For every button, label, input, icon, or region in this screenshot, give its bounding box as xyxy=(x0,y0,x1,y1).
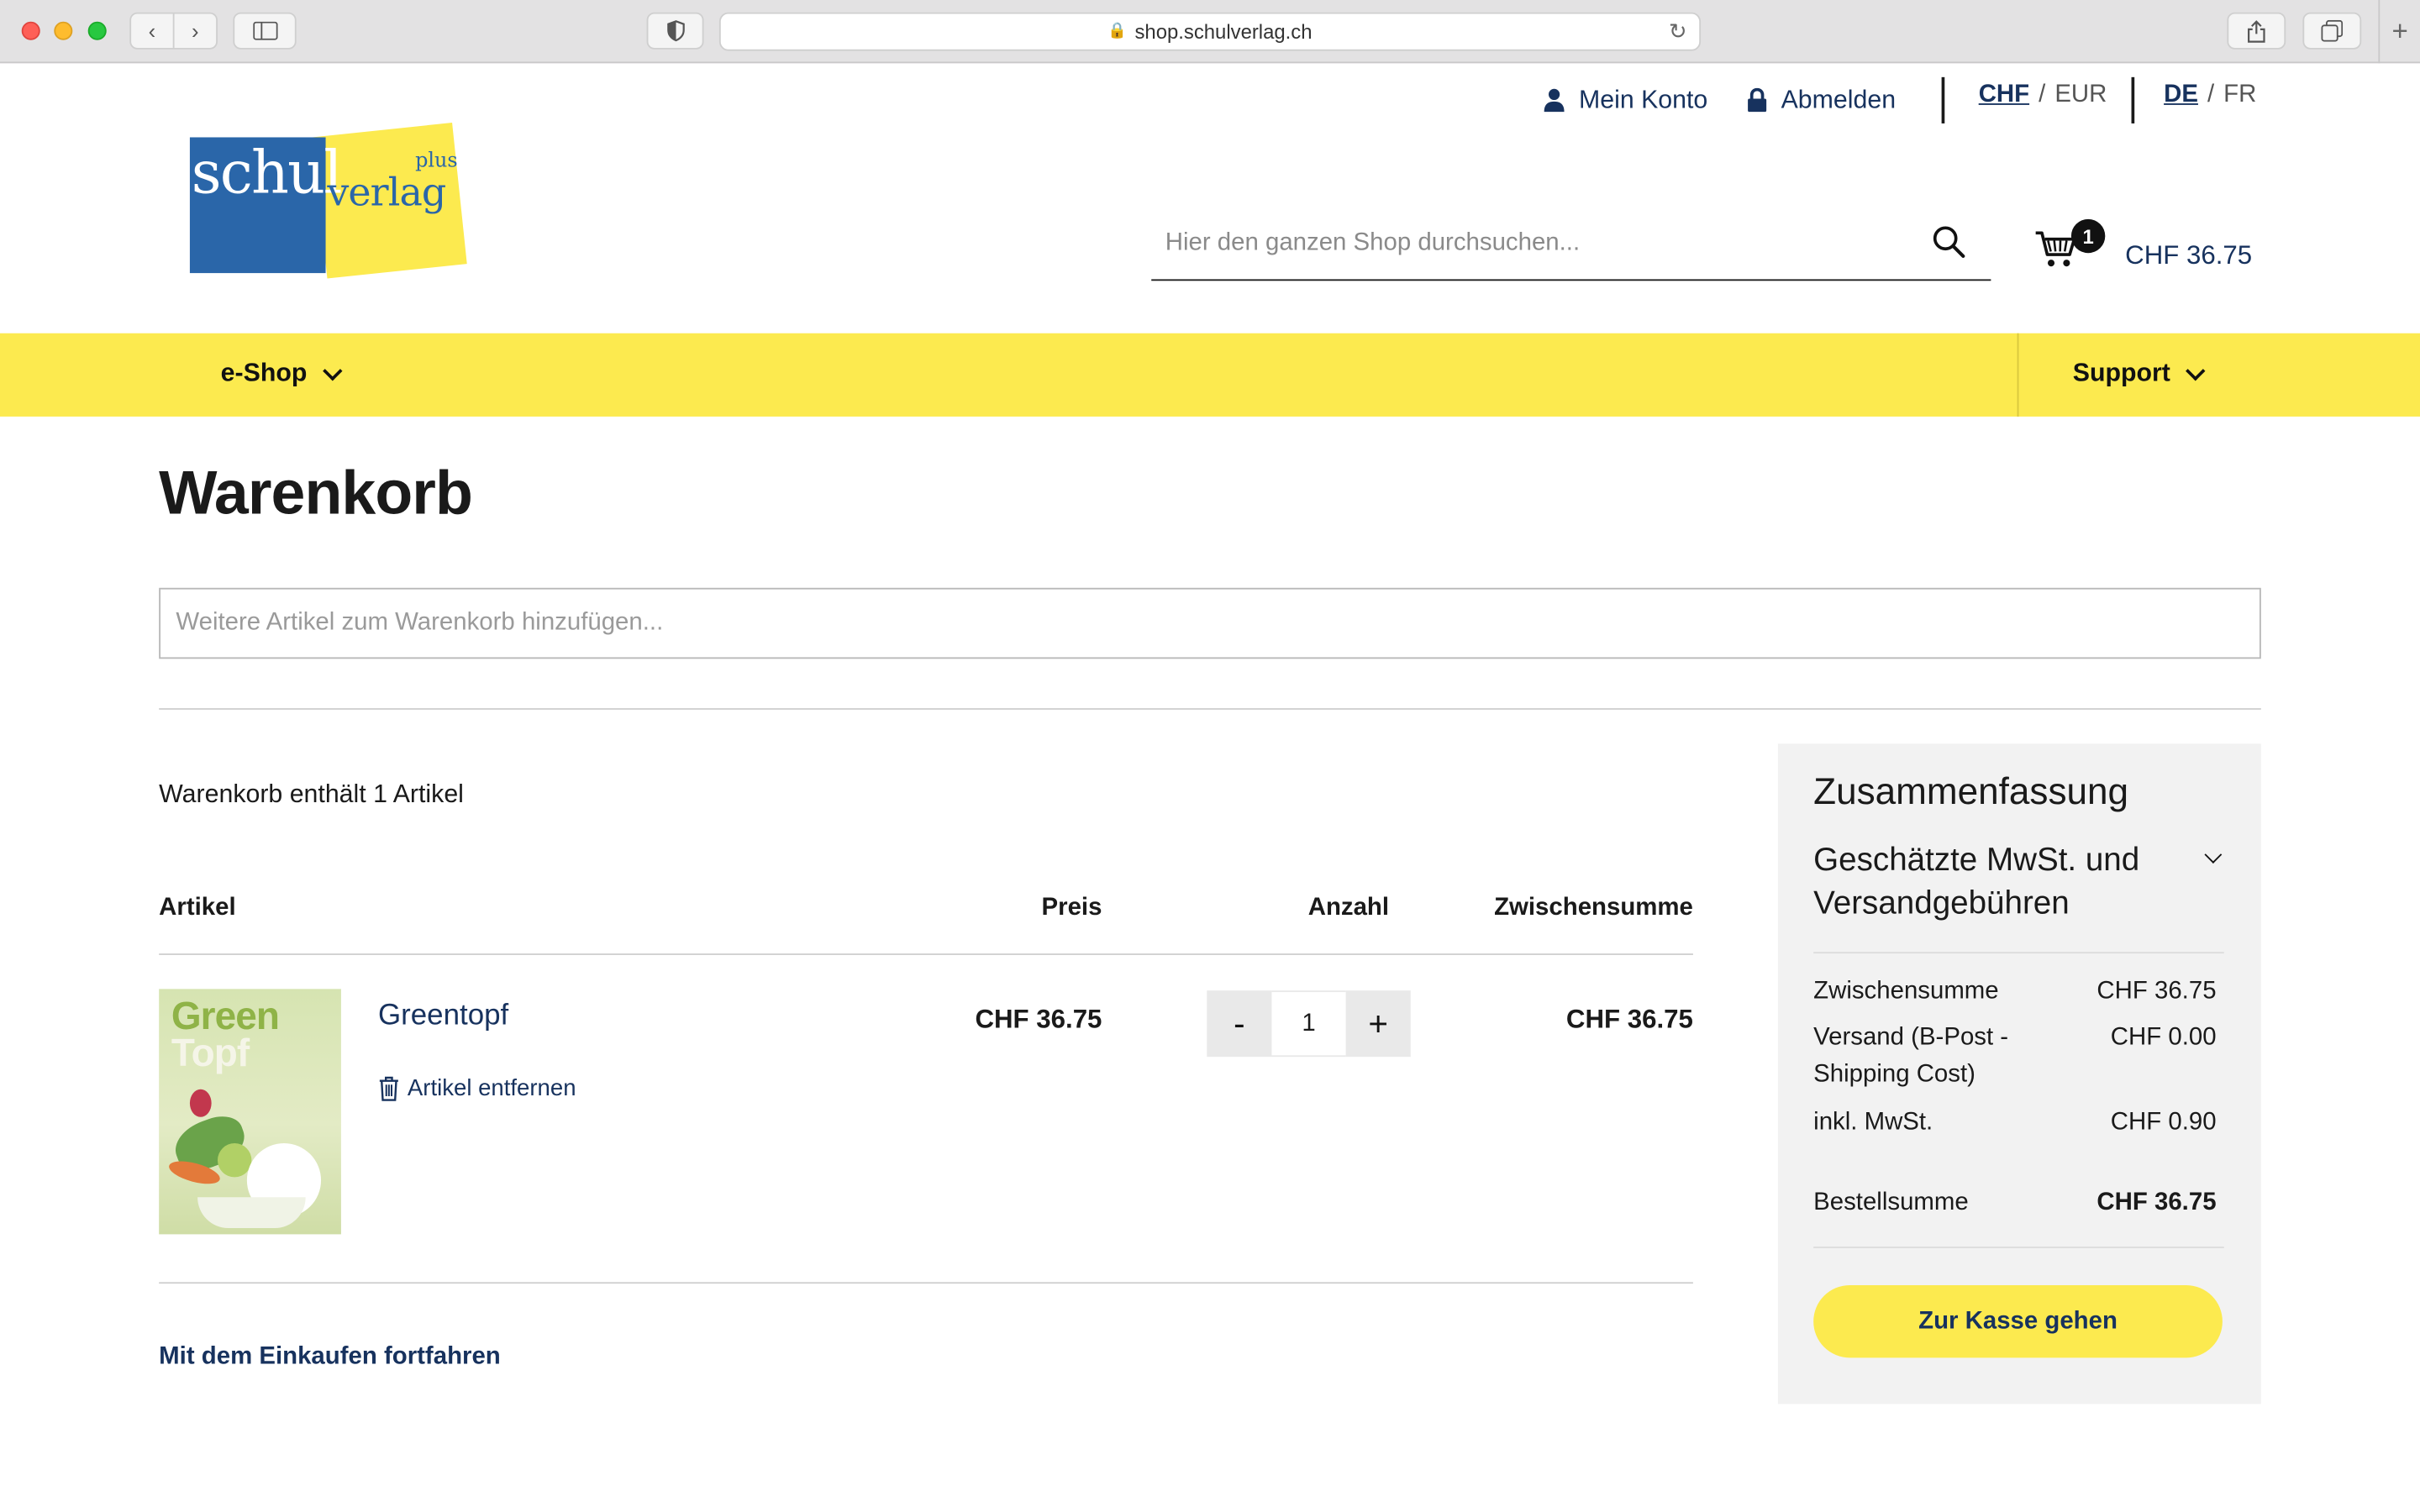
qty-decrease-button[interactable]: - xyxy=(1207,990,1272,1058)
logo-word-plus: plus xyxy=(415,150,458,173)
divider xyxy=(2131,76,2135,123)
sidebar-icon xyxy=(252,21,277,40)
cover-title-topf: Topf xyxy=(171,1032,250,1076)
remove-item-label: Artikel entfernen xyxy=(407,1075,576,1102)
mini-cart[interactable]: 1 CHF 36.75 xyxy=(2034,218,2266,281)
divider xyxy=(1813,1247,2224,1248)
trash-icon xyxy=(379,1076,398,1101)
lock-icon: 🔒 xyxy=(1107,23,1128,40)
summary-title: Zusammenfassung xyxy=(1813,771,2129,813)
history-nav: ‹ › xyxy=(129,12,218,50)
share-button[interactable] xyxy=(2227,12,2286,50)
sidebar-toggle-button[interactable] xyxy=(233,12,297,50)
summary-value: CHF 36.75 xyxy=(2096,978,2217,1005)
quick-add-field xyxy=(159,587,2261,659)
address-bar[interactable]: 🔒 shop.schulverlag.ch ↻ xyxy=(718,12,1702,51)
language-fr[interactable]: FR xyxy=(2223,81,2256,109)
summary-label: inkl. MwSt. xyxy=(1813,1109,1933,1136)
search-input[interactable] xyxy=(1151,209,1908,278)
item-subtotal: CHF 36.75 xyxy=(1565,1004,1693,1034)
new-tab-button[interactable]: + xyxy=(2378,0,2420,64)
page-title: Warenkorb xyxy=(159,459,473,528)
chevron-down-icon xyxy=(322,360,343,381)
my-account-label: Mein Konto xyxy=(1578,85,1708,114)
user-icon xyxy=(1544,88,1565,113)
summary-row-subtotal: Zwischensumme CHF 36.75 xyxy=(1813,974,2216,1011)
chevron-down-icon[interactable] xyxy=(2204,846,2223,864)
cart-item-count: Warenkorb enthält 1 Artikel xyxy=(159,780,464,809)
reload-icon[interactable]: ↻ xyxy=(1669,18,1687,45)
nav-support-label: Support xyxy=(2072,359,2170,388)
divider xyxy=(1813,952,2224,954)
minimize-window-button[interactable] xyxy=(54,21,73,40)
divider xyxy=(1941,76,1945,123)
quick-add-input[interactable] xyxy=(160,589,2260,658)
summary-label: Versand (B-Post - Shipping Cost) xyxy=(1813,1024,2009,1088)
summary-label: Bestellsumme xyxy=(1813,1189,1969,1216)
nav-eshop-label: e-Shop xyxy=(220,359,308,388)
checkout-button[interactable]: Zur Kasse gehen xyxy=(1813,1285,2223,1358)
browser-toolbar: ‹ › 🔒 shop.schulverlag.ch ↻ + xyxy=(0,0,2420,64)
quantity-stepper: - 1 + xyxy=(1207,990,1411,1058)
item-price: CHF 36.75 xyxy=(975,1004,1102,1034)
shield-icon xyxy=(666,20,684,42)
logo-word-schul: schul xyxy=(191,139,343,207)
page: ‹ › 🔒 shop.schulverlag.ch ↻ + Mein Konto… xyxy=(0,0,2420,1512)
summary-value: CHF 0.90 xyxy=(2110,1109,2217,1136)
continue-shopping-link[interactable]: Mit dem Einkaufen fortfahren xyxy=(159,1344,501,1372)
currency-chf[interactable]: CHF xyxy=(1979,81,2029,109)
logout-label: Abmelden xyxy=(1781,85,1897,114)
divider xyxy=(159,708,2261,710)
currency-switcher: CHF / EUR xyxy=(1978,81,2107,109)
tab-overview-button[interactable] xyxy=(2302,12,2362,50)
cart-count-badge: 1 xyxy=(2070,218,2106,254)
summary-row-shipping: Versand (B-Post - Shipping Cost) CHF 0.0… xyxy=(1813,1020,2216,1094)
site-search xyxy=(1151,209,1991,281)
search-icon[interactable] xyxy=(1933,225,1966,259)
divider xyxy=(159,1282,1693,1284)
nav-item-eshop[interactable]: e-Shop xyxy=(220,359,343,389)
product-image[interactable]: Green Topf xyxy=(159,989,341,1235)
order-summary: Zusammenfassung Geschätzte MwSt. und Ver… xyxy=(1777,743,2261,1404)
chevron-down-icon xyxy=(2186,360,2206,381)
currency-eur[interactable]: EUR xyxy=(2054,81,2107,109)
column-header-anzahl: Anzahl xyxy=(1307,895,1390,921)
logo-word-verlag: verlag xyxy=(327,170,446,215)
plus-icon: + xyxy=(2391,15,2408,47)
qty-input[interactable]: 1 xyxy=(1271,990,1346,1058)
logout-link[interactable]: Abmelden xyxy=(1747,81,1896,121)
privacy-report-button[interactable] xyxy=(646,12,704,50)
estimate-tax-shipping-toggle[interactable]: Geschätzte MwSt. und Versandgebühren xyxy=(1813,839,2199,926)
summary-label: Zwischensumme xyxy=(1813,978,1999,1005)
close-window-button[interactable] xyxy=(21,21,40,40)
product-name-link[interactable]: Greentopf xyxy=(378,1000,508,1033)
language-switcher: DE / FR xyxy=(2164,81,2257,109)
lock-icon xyxy=(1748,87,1767,113)
summary-value: CHF 0.00 xyxy=(2110,1024,2217,1051)
cart-total-amount: CHF 36.75 xyxy=(2125,240,2253,270)
column-header-zwischensumme: Zwischensumme xyxy=(1494,895,1693,921)
language-de[interactable]: DE xyxy=(2164,81,2198,109)
back-icon[interactable]: ‹ xyxy=(131,18,173,43)
column-header-artikel: Artikel xyxy=(159,895,236,921)
schulverlag-logo[interactable]: schul verlag plus xyxy=(189,123,476,287)
remove-item-link[interactable]: Artikel entfernen xyxy=(378,1075,576,1101)
url-text: shop.schulverlag.ch xyxy=(1134,19,1313,44)
summary-row-vat: inkl. MwSt. CHF 0.90 xyxy=(1813,1105,2216,1142)
nav-item-support[interactable]: Support xyxy=(2072,359,2206,389)
zoom-window-button[interactable] xyxy=(87,21,107,40)
column-header-preis: Preis xyxy=(1041,895,1102,921)
divider xyxy=(159,953,1693,955)
main-navigation: e-Shop Support xyxy=(0,333,2420,417)
tabs-icon xyxy=(2321,19,2344,42)
my-account-link[interactable]: Mein Konto xyxy=(1544,81,1708,121)
share-icon xyxy=(2248,19,2265,42)
summary-value: CHF 36.75 xyxy=(2096,1189,2217,1216)
qty-increase-button[interactable]: + xyxy=(1345,990,1411,1058)
summary-row-order-total: Bestellsumme CHF 36.75 xyxy=(1813,1185,2216,1222)
forward-icon[interactable]: › xyxy=(175,18,217,43)
